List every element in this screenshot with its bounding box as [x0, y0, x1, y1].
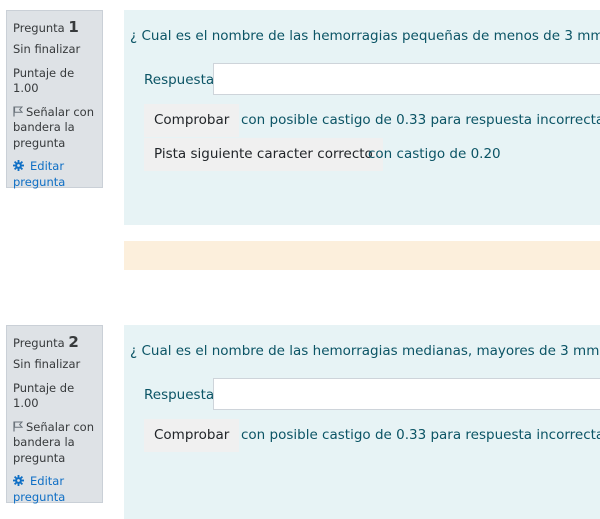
flag-icon [13, 421, 23, 432]
flag-question-label: Señalar con bandera la pregunta [13, 419, 94, 465]
question-1-content: ¿ Cual es el nombre de las hemorragias p… [124, 10, 600, 225]
question-state: Sin finalizar [13, 42, 81, 57]
question-number-value: 2 [68, 333, 79, 351]
check-penalty-note: con posible castigo de 0.33 para respues… [241, 112, 600, 128]
question-2-content: ¿ Cual es el nombre de las hemorragias m… [124, 325, 600, 519]
question-grade: Puntaje de 1.00 [13, 380, 75, 411]
check-button[interactable]: Comprobar [144, 419, 240, 452]
question-state: Sin finalizar [13, 357, 81, 372]
gear-icon [13, 475, 24, 487]
check-button[interactable]: Comprobar [144, 104, 240, 137]
question-number: Pregunta 2 [13, 332, 96, 352]
answer-label: Respuesta: [144, 387, 219, 403]
question-2-info: Pregunta 2 Sin finalizar Puntaje de 1.00… [6, 325, 103, 505]
hint-button[interactable]: Pista siguiente caracter correcto [144, 138, 383, 171]
flag-icon [13, 106, 23, 117]
answer-input[interactable] [213, 378, 600, 410]
edit-question-link[interactable]: Editar pregunta [13, 159, 96, 190]
question-label: Pregunta [13, 21, 65, 35]
question-label: Pregunta [13, 336, 65, 350]
hint-penalty-note: con castigo de 0.20 [368, 146, 501, 162]
flag-question-link[interactable]: Señalar con bandera la pregunta [13, 105, 96, 152]
question-1-info: Pregunta 1 Sin finalizar Puntaje de 1.00… [6, 10, 103, 190]
question-number-value: 1 [68, 18, 79, 36]
question-number: Pregunta 1 [13, 17, 96, 37]
check-penalty-note: con posible castigo de 0.33 para respues… [241, 427, 600, 443]
edit-question-link[interactable]: Editar pregunta [13, 474, 96, 505]
answer-label: Respuesta: [144, 72, 219, 88]
feedback-area [124, 241, 600, 270]
answer-input[interactable] [213, 63, 600, 95]
question-grade: Puntaje de 1.00 [13, 65, 75, 96]
question-text: ¿ Cual es el nombre de las hemorragias p… [130, 28, 600, 44]
flag-question-link[interactable]: Señalar con bandera la pregunta [13, 420, 96, 467]
flag-question-label: Señalar con bandera la pregunta [13, 104, 94, 150]
question-text: ¿ Cual es el nombre de las hemorragias m… [130, 343, 600, 359]
gear-icon [13, 160, 24, 172]
